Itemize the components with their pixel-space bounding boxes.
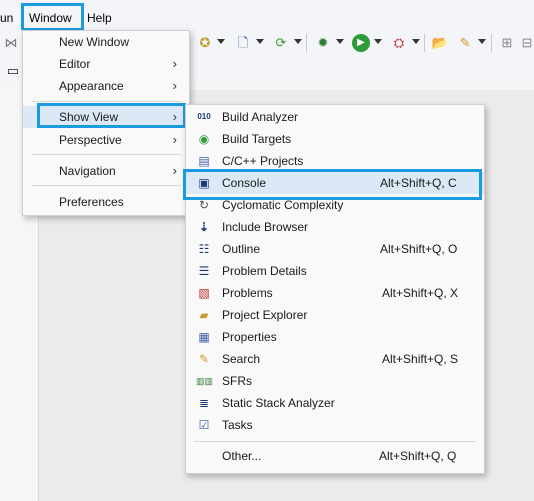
menu-item-problems[interactable]: ▧ Problems Alt+Shift+Q, X xyxy=(186,282,484,304)
menu-item-label: Properties xyxy=(222,330,277,344)
refresh-icon[interactable]: ⟳ xyxy=(272,34,290,52)
menu-item-label: Static Stack Analyzer xyxy=(222,396,335,410)
sfrs-icon: ▥▥ xyxy=(196,376,214,386)
menu-item-problem-details[interactable]: ☰ Problem Details xyxy=(186,260,484,282)
menu-item-include-browser[interactable]: ⇣ Include Browser xyxy=(186,216,484,238)
project-explorer-icon: ▰ xyxy=(199,308,209,322)
toolbar-separator xyxy=(491,34,492,52)
menu-item-label: Perspective xyxy=(59,133,122,147)
toolbar-icon-right-2[interactable]: ⊟ xyxy=(518,34,534,52)
dropdown-arrow-icon[interactable] xyxy=(217,39,225,44)
dropdown-arrow-icon[interactable] xyxy=(478,39,486,44)
menu-item-label: Problems xyxy=(222,286,273,300)
menu-item-tasks[interactable]: ☑ Tasks xyxy=(186,414,484,436)
menu-separator xyxy=(31,101,181,102)
static-stack-analyzer-icon: ≣ xyxy=(198,396,210,410)
open-folder-icon[interactable]: 📂 xyxy=(431,34,449,52)
build-targets-icon: ◉ xyxy=(198,132,210,146)
submenu-arrow-icon: › xyxy=(172,132,177,147)
menu-item-label: Outline xyxy=(222,242,261,256)
menu-item-label: Editor xyxy=(59,57,91,71)
menu-separator xyxy=(31,154,181,155)
problems-shortcut: Alt+Shift+Q, X xyxy=(382,286,459,300)
search-icon: ✎ xyxy=(198,352,210,366)
menu-item-label: Navigation xyxy=(59,164,116,178)
menu-item-static-stack-analyzer[interactable]: ≣ Static Stack Analyzer xyxy=(186,392,484,414)
menu-item-new-window[interactable]: New Window xyxy=(23,31,189,53)
dropdown-arrow-icon[interactable] xyxy=(412,39,420,44)
show-view-highlight xyxy=(37,103,186,128)
menu-item-label: Build Analyzer xyxy=(222,110,299,124)
menu-item-outline[interactable]: ☷ Outline Alt+Shift+Q, O xyxy=(186,238,484,260)
build-analyzer-icon: 010 xyxy=(197,112,211,121)
menu-item-label: Problem Details xyxy=(222,264,307,278)
menu-item-project-explorer[interactable]: ▰ Project Explorer xyxy=(186,304,484,326)
menu-item-label: Appearance xyxy=(59,79,124,93)
menu-separator xyxy=(31,185,181,186)
show-view-submenu: 010 Build Analyzer ◉ Build Targets ▤ C/C… xyxy=(185,104,485,474)
tasks-icon: ☑ xyxy=(198,418,210,432)
menu-item-label: Include Browser xyxy=(222,220,309,234)
menu-item-label: Project Explorer xyxy=(222,308,308,322)
include-browser-icon: ⇣ xyxy=(198,220,210,234)
outline-shortcut: Alt+Shift+Q, O xyxy=(380,242,458,256)
menu-item-label: Other... xyxy=(222,449,262,463)
menu-item-preferences[interactable]: Preferences xyxy=(23,191,189,213)
menu-item-label: Build Targets xyxy=(222,132,292,146)
menu-item-label: Preferences xyxy=(59,195,124,209)
new-file-icon[interactable]: 🗋 xyxy=(234,34,252,52)
submenu-arrow-icon: › xyxy=(172,163,177,178)
menu-item-label: Search xyxy=(222,352,261,366)
cpp-projects-icon: ▤ xyxy=(198,154,210,168)
run-icon[interactable]: ▶ xyxy=(352,34,370,52)
menu-run[interactable]: un xyxy=(0,11,13,25)
dropdown-arrow-icon[interactable] xyxy=(294,39,302,44)
problems-icon: ▧ xyxy=(198,286,210,300)
menu-item-label: Cyclomatic Complexity xyxy=(222,198,344,212)
menu-item-label: SFRs xyxy=(222,374,252,388)
other-shortcut: Alt+Shift+Q, Q xyxy=(379,449,457,463)
menu-help[interactable]: Help xyxy=(87,11,112,25)
properties-icon: ▦ xyxy=(198,330,210,344)
menu-item-other[interactable]: Other... Alt+Shift+Q, Q xyxy=(186,445,484,467)
dropdown-arrow-icon[interactable] xyxy=(336,39,344,44)
search-tool-icon[interactable]: ✎ xyxy=(456,34,474,52)
menu-item-sfrs[interactable]: ▥▥ SFRs xyxy=(186,370,484,392)
menu-item-build-targets[interactable]: ◉ Build Targets xyxy=(186,128,484,150)
menu-item-label: C/C++ Projects xyxy=(222,154,304,168)
toolbar-separator xyxy=(306,34,307,52)
window-menu-highlight xyxy=(21,3,84,31)
menu-separator xyxy=(194,441,476,442)
toolbar-icon-right-1[interactable]: ⊞ xyxy=(498,34,516,52)
minimize-icon[interactable]: ▭ xyxy=(4,62,22,80)
menu-item-editor[interactable]: Editor › xyxy=(23,53,189,75)
menu-item-properties[interactable]: ▦ Properties xyxy=(186,326,484,348)
menu-item-navigation[interactable]: Navigation › xyxy=(23,160,189,182)
new-class-icon[interactable]: ✪ xyxy=(196,34,214,52)
dropdown-arrow-icon[interactable] xyxy=(256,39,264,44)
outline-icon: ☷ xyxy=(198,242,210,256)
toolbar-icon-left[interactable]: ⋈ xyxy=(2,34,20,52)
console-highlight xyxy=(183,169,482,200)
menu-item-label: New Window xyxy=(59,35,130,49)
submenu-arrow-icon: › xyxy=(172,78,177,93)
submenu-arrow-icon: › xyxy=(172,56,177,71)
menu-item-build-analyzer[interactable]: 010 Build Analyzer xyxy=(186,106,484,128)
menu-item-appearance[interactable]: Appearance › xyxy=(23,75,189,97)
external-tools-icon[interactable]: ⛭ xyxy=(390,34,408,52)
problem-details-icon: ☰ xyxy=(198,264,210,278)
toolbar-separator xyxy=(424,34,425,52)
menu-item-label: Tasks xyxy=(222,418,253,432)
dropdown-arrow-icon[interactable] xyxy=(374,39,382,44)
menu-item-perspective[interactable]: Perspective › xyxy=(23,129,189,151)
search-shortcut: Alt+Shift+Q, S xyxy=(382,352,459,366)
debug-icon[interactable]: ✹ xyxy=(314,34,332,52)
menu-item-search[interactable]: ✎ Search Alt+Shift+Q, S xyxy=(186,348,484,370)
